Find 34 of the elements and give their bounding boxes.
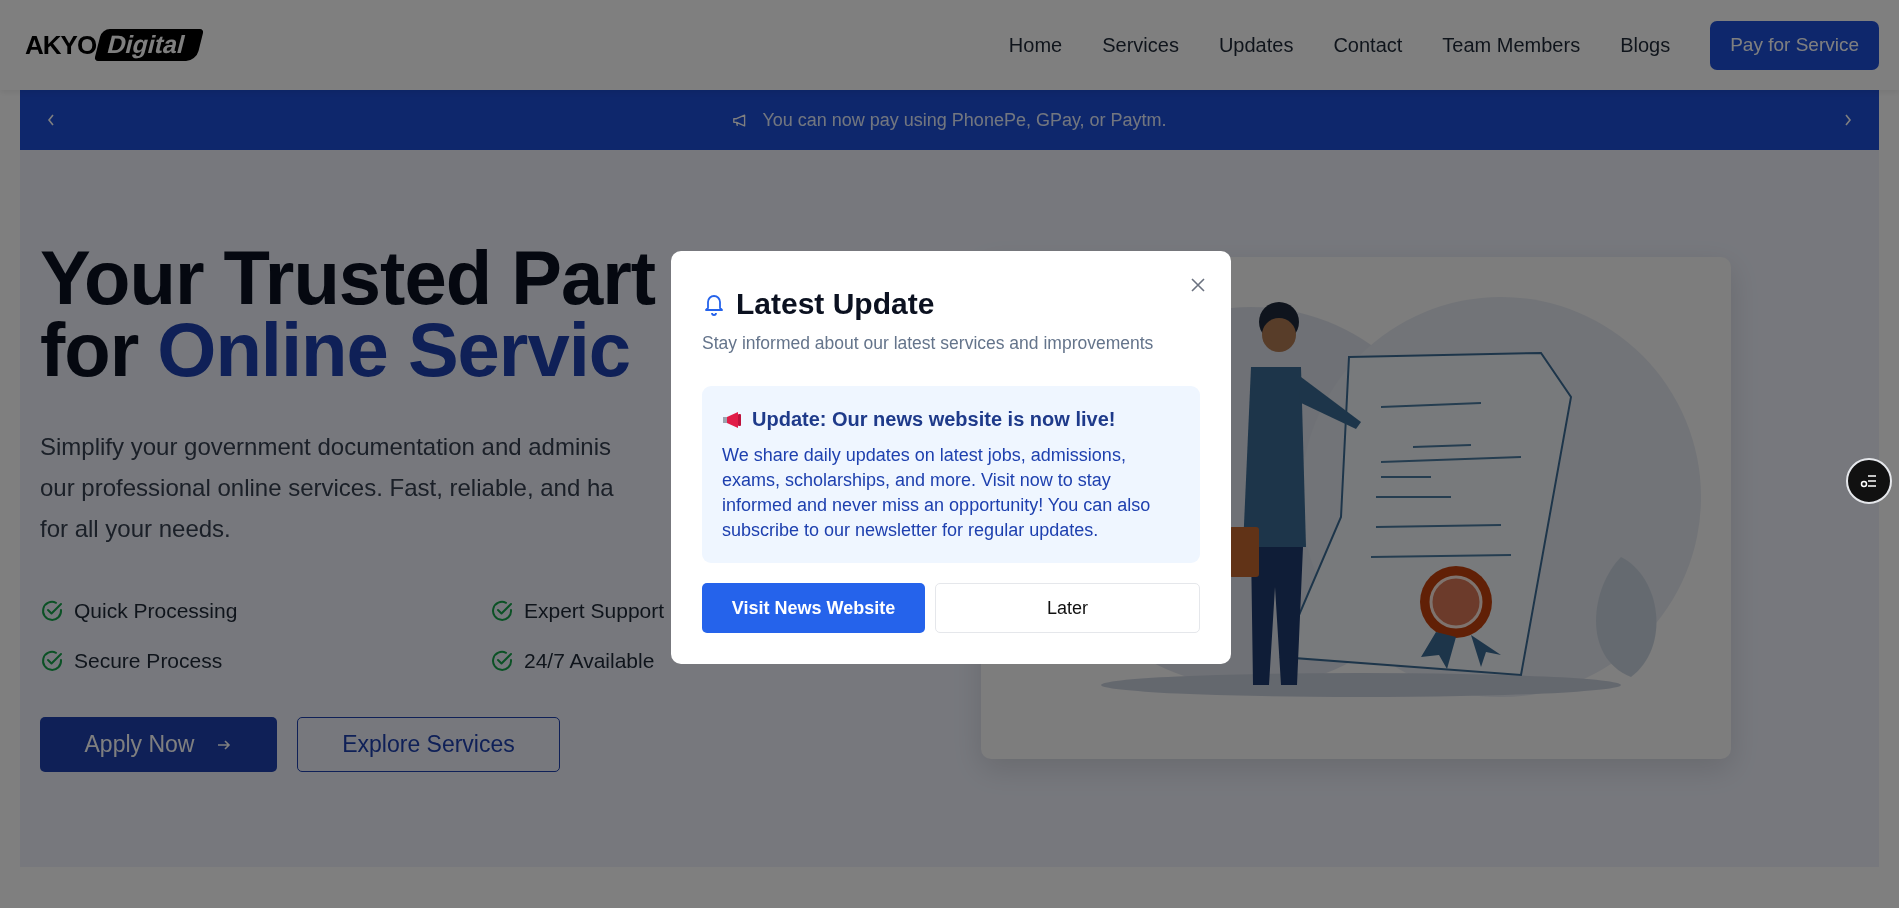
- feature-label: Quick Processing: [74, 599, 238, 623]
- pay-button[interactable]: Pay for Service: [1710, 20, 1879, 70]
- nav-link[interactable]: Blogs: [1620, 33, 1671, 57]
- hero-description: Simplify your government documentation and adminis: [40, 432, 611, 462]
- menu-float-button[interactable]: [1846, 458, 1892, 504]
- notice-heading: Update: Our news website is now live!: [752, 408, 1116, 431]
- announcement-text: You can now pay using PhonePe, GPay, or Paytm.: [762, 109, 1167, 131]
- apply-button[interactable]: Apply Now: [40, 717, 277, 772]
- bell-icon: [702, 292, 726, 316]
- nav-link[interactable]: Team Members: [1442, 33, 1581, 57]
- feature-label: 24/7 Available: [524, 649, 655, 673]
- dialog-title: Latest Update: [736, 287, 935, 321]
- nav-link[interactable]: Services: [1102, 33, 1179, 57]
- logo-wordmark[interactable]: AKYO: [25, 29, 97, 61]
- chevron-left-icon[interactable]: [46, 112, 56, 128]
- nav-link[interactable]: Updates: [1218, 33, 1294, 57]
- check-circle-icon: [490, 599, 514, 623]
- dialog-subtitle: Stay informed about our latest services and improvements: [702, 333, 1154, 354]
- nav-link[interactable]: Home: [1008, 33, 1063, 57]
- close-icon[interactable]: [1190, 277, 1206, 293]
- check-circle-icon: [40, 649, 64, 673]
- check-circle-icon: [40, 599, 64, 623]
- explore-button[interactable]: Explore Services: [297, 717, 560, 772]
- feature-label: Secure Process: [74, 649, 223, 673]
- megaphone-icon: [722, 410, 744, 429]
- hero-description: our professional online services. Fast, reliable, and ha: [40, 473, 614, 503]
- nav-link[interactable]: Contact: [1333, 33, 1403, 57]
- feature-label: Expert Support: [524, 599, 665, 623]
- hero-description: for all your needs.: [40, 514, 231, 544]
- chevron-right-icon[interactable]: [1843, 112, 1853, 128]
- visit-website-button[interactable]: Visit News Website: [702, 583, 925, 633]
- later-button[interactable]: Later: [935, 583, 1200, 633]
- check-circle-icon: [490, 649, 514, 673]
- notice-text: We share daily updates on latest jobs, admissions, exams, scholarships, and more. Visit now to stay informed and never miss an opportunity! You can also subscribe to our newsletter for regular updates.: [722, 444, 1152, 542]
